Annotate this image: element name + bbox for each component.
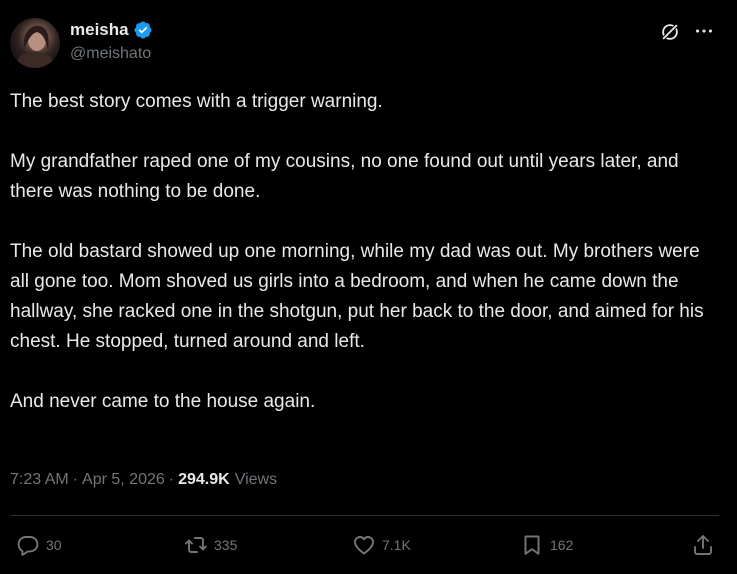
like-count: 7.1K	[382, 537, 411, 553]
like-button[interactable]: 7.1K	[352, 530, 411, 560]
reply-icon	[17, 536, 39, 556]
tweet-header: meisha @meishato	[10, 16, 727, 70]
action-bar: 30 335 7.1K 162	[14, 530, 715, 560]
author-block: meisha @meishato	[70, 18, 153, 63]
tweet-time[interactable]: 7:23 AM	[10, 471, 69, 489]
bookmark-count: 162	[550, 537, 574, 553]
more-options-icon[interactable]	[693, 20, 715, 42]
repost-count: 335	[214, 537, 238, 553]
verified-badge-icon	[134, 21, 152, 39]
meta-separator: ·	[168, 471, 175, 488]
reply-button[interactable]: 30	[16, 530, 62, 560]
repost-icon	[185, 537, 207, 553]
views-label: Views	[234, 471, 278, 488]
tweet-text: The best story comes with a trigger warn…	[10, 91, 704, 412]
avatar[interactable]	[10, 18, 60, 68]
bookmark-button[interactable]: 162	[520, 530, 573, 560]
like-heart-icon	[354, 536, 374, 555]
tweet-meta: 7:23 AM · Apr 5, 2026 · 294.9K Views	[10, 468, 277, 492]
tweet-date[interactable]: Apr 5, 2026	[82, 471, 165, 489]
meta-separator: ·	[72, 471, 79, 488]
tweet-detail: meisha @meishato The best story comes wi…	[0, 0, 737, 574]
divider	[10, 515, 719, 516]
reply-count: 30	[46, 537, 62, 553]
grok-icon[interactable]	[659, 21, 681, 43]
repost-button[interactable]: 335	[184, 530, 237, 560]
bookmark-icon	[524, 535, 540, 555]
display-name[interactable]: meisha	[70, 20, 129, 40]
share-icon	[694, 535, 712, 555]
share-button[interactable]	[691, 530, 715, 560]
display-name-row: meisha	[70, 18, 153, 42]
handle[interactable]: @meishato	[70, 45, 153, 63]
views-count: 294.9K	[178, 471, 230, 488]
